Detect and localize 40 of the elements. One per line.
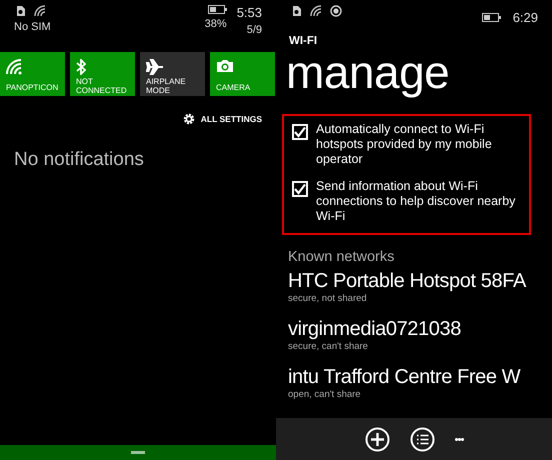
quick-action-tile[interactable]: NOT CONNECTED (70, 52, 135, 96)
checkbox[interactable] (292, 124, 308, 140)
option-label: Send information about Wi-Fi connections to help discover nearby Wi-Fi (316, 179, 516, 224)
checkbox[interactable] (292, 181, 308, 197)
clock-time: 6:29 (512, 10, 538, 24)
sim-icon (290, 5, 302, 17)
app-title: WI-FI (288, 35, 318, 47)
wifi-icon (310, 5, 322, 17)
list-button[interactable] (410, 426, 434, 452)
bluetooth-icon (76, 59, 86, 75)
dot-circle-icon (330, 5, 342, 17)
battery-icon (482, 12, 501, 22)
wifi-icon (34, 5, 46, 17)
section-heading: Known networks (287, 248, 396, 267)
drag-handle[interactable] (131, 451, 145, 454)
clock-time: 5:53 (236, 5, 262, 20)
date-label: 5/9 (246, 24, 262, 36)
network-status: secure, not shared (288, 293, 367, 304)
all-settings-button[interactable]: ALL SETTINGS (182, 113, 262, 125)
quick-action-tile[interactable]: CAMERA (210, 52, 275, 96)
sim-icon (14, 5, 26, 17)
battery-percent: 38% (204, 18, 227, 30)
carrier-label: No SIM (14, 21, 51, 33)
airplane-icon (146, 59, 164, 75)
settings-icon (182, 113, 195, 125)
network-name[interactable]: HTC Portable Hotspot 58FA (288, 269, 526, 293)
battery-icon (208, 5, 227, 14)
network-status: open, can't share (288, 389, 361, 400)
quick-action-tile[interactable]: AIRPLANE MODE (140, 52, 205, 96)
network-name[interactable]: virginmedia0721038 (288, 317, 461, 341)
quick-action-tile[interactable]: PANOPTICON (0, 52, 65, 96)
camera-icon (216, 59, 234, 73)
network-name[interactable]: intu Trafford Centre Free W (288, 365, 520, 389)
empty-notifications-message: No notifications (13, 148, 145, 171)
page-title: manage (285, 47, 450, 97)
option-label: Automatically connect to Wi-Fi hotspots provided by my mobile operator (316, 122, 493, 167)
wifi-icon (6, 59, 22, 75)
network-status: secure, can't share (288, 341, 368, 352)
add-button[interactable] (364, 426, 390, 452)
more-button[interactable] (454, 438, 464, 440)
